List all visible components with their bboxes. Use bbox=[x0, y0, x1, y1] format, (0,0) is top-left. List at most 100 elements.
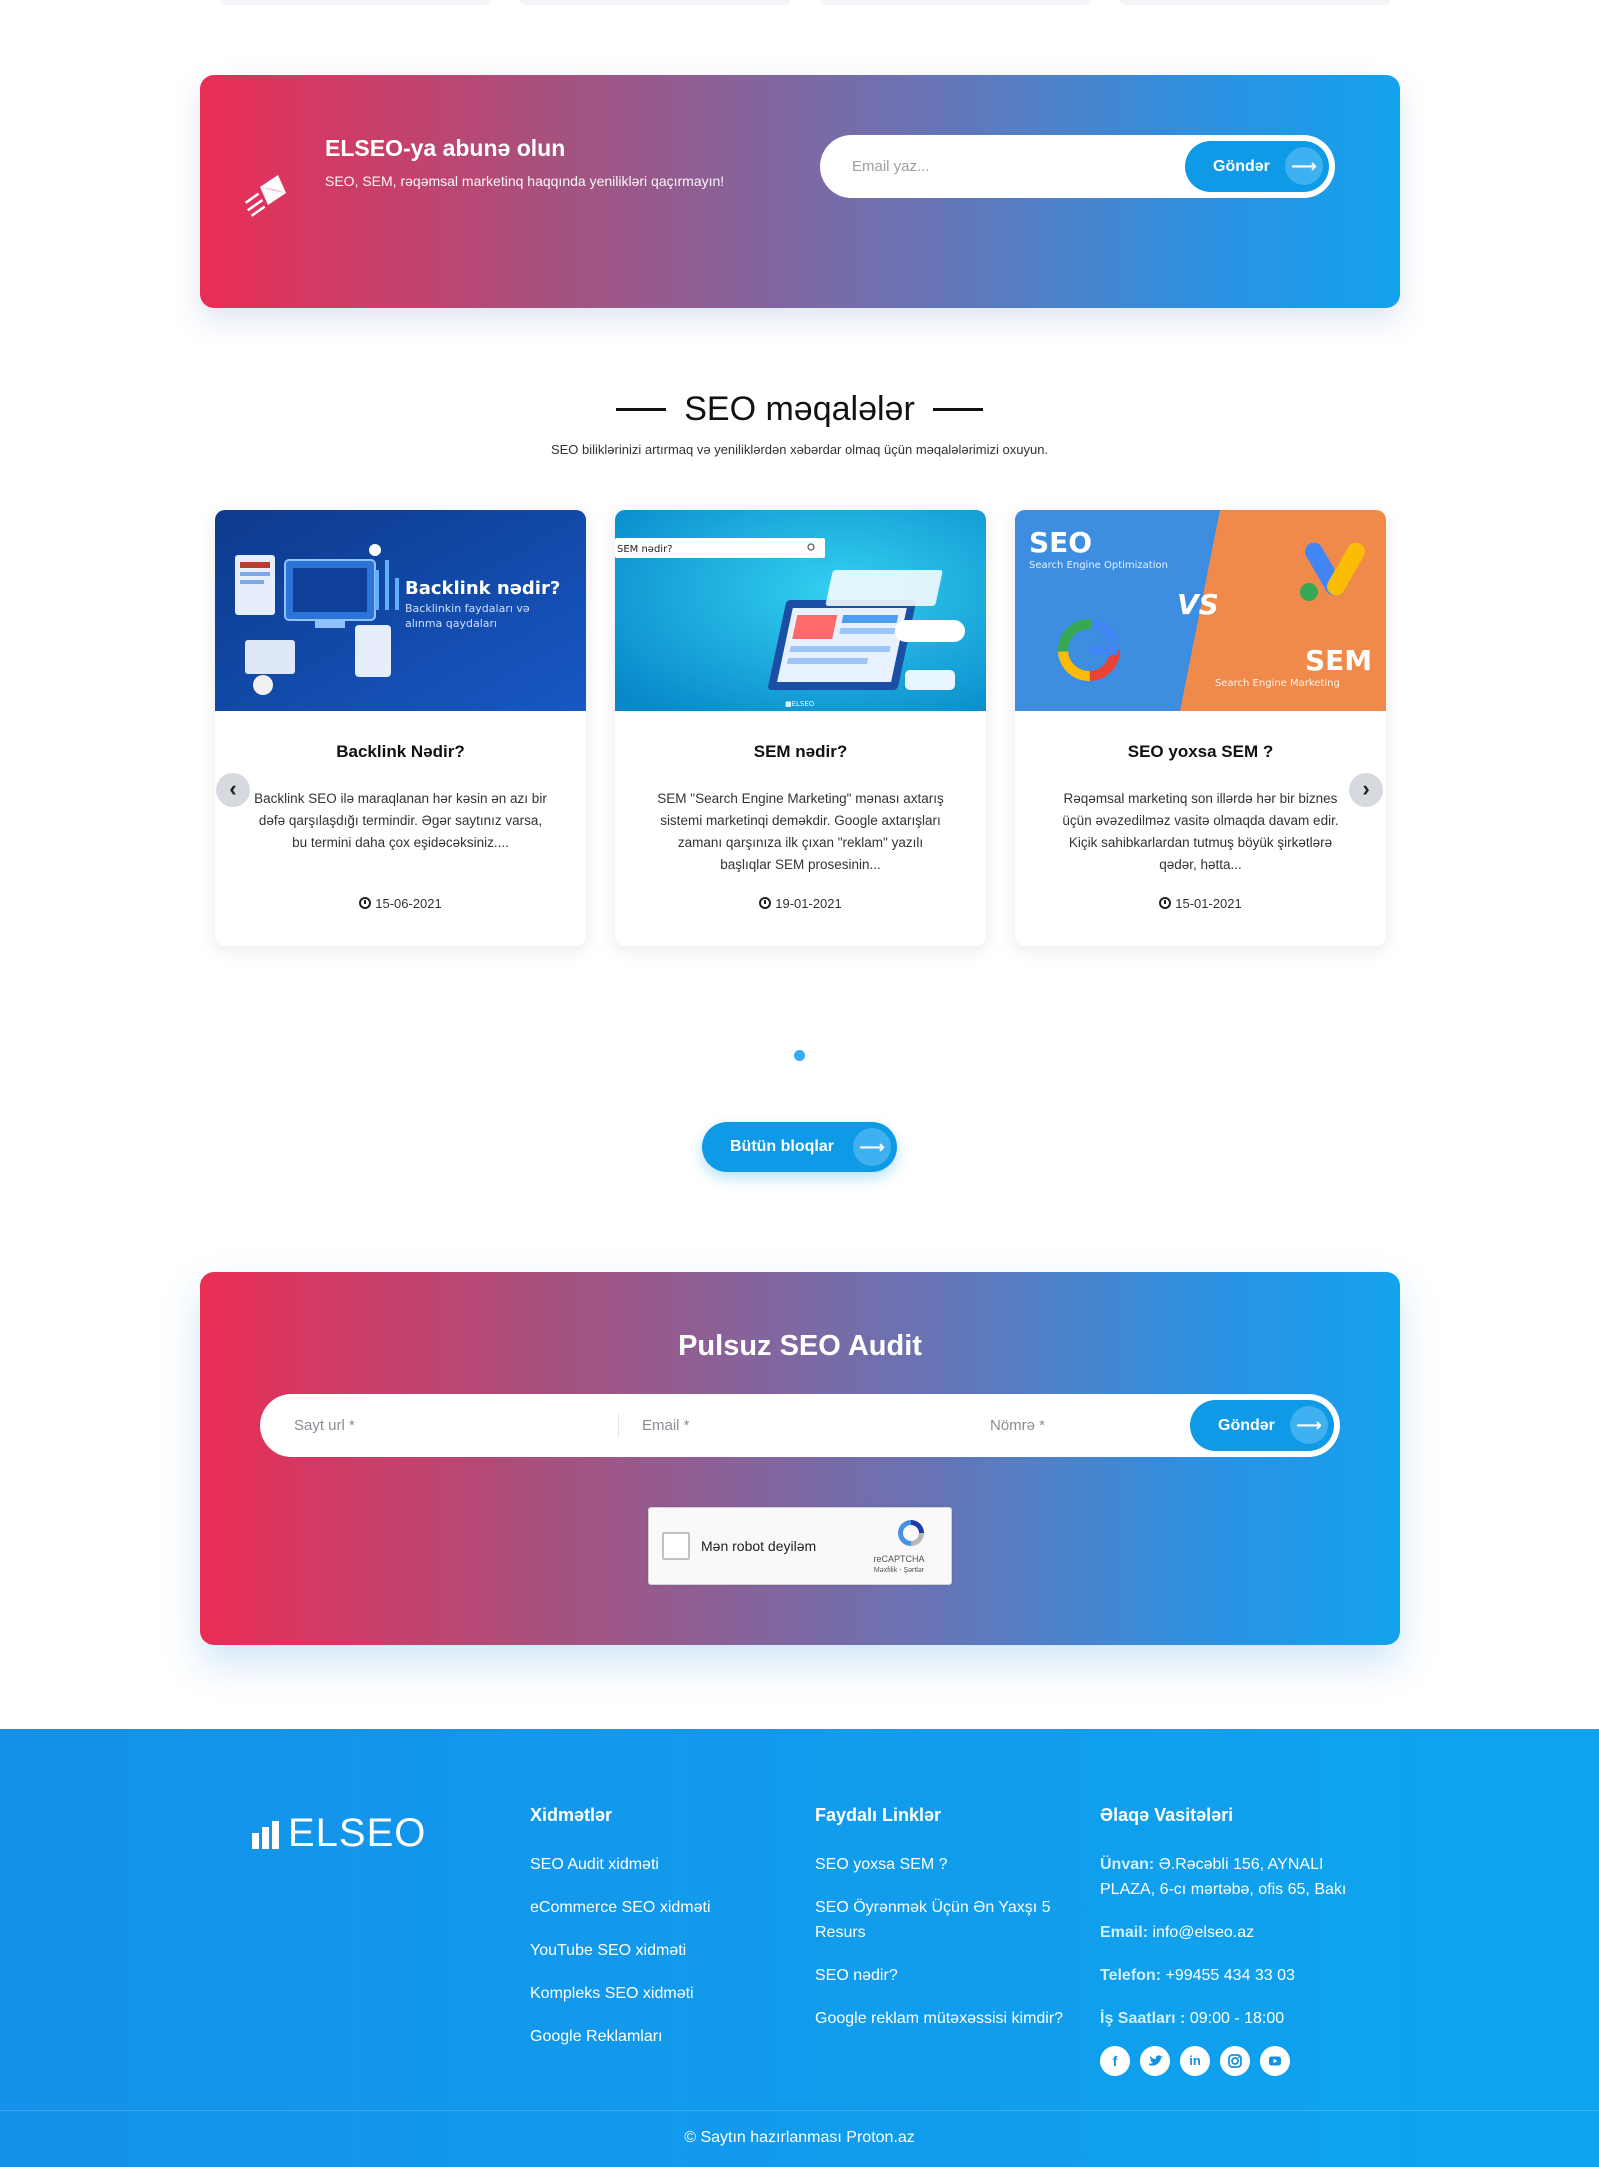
article-title[interactable]: Backlink Nədir? bbox=[215, 742, 586, 762]
seo-audit-section: Pulsuz SEO Audit Göndər ⟶ Mən robot deyi… bbox=[200, 1272, 1400, 1645]
footer-divider bbox=[0, 2110, 1599, 2111]
footer-services: Xidmətlər SEO Audit xidməti eCommerce SE… bbox=[530, 1805, 770, 2067]
all-blogs-label: Bütün bloqlar bbox=[730, 1138, 834, 1155]
articles-title: SEO məqalələr bbox=[684, 390, 915, 428]
contact-hours: İş Saatları : 09:00 - 18:00 bbox=[1100, 2006, 1370, 2031]
arrow-right-icon: ⟶ bbox=[1285, 147, 1323, 185]
heading-line-left bbox=[616, 407, 667, 411]
article-excerpt: Backlink SEO ilə maraqlanan hər kəsin ən… bbox=[254, 791, 547, 850]
recaptcha-checkbox[interactable] bbox=[662, 1532, 690, 1560]
footer-useful-links: Faydalı Linklər SEO yoxsa SEM ? SEO Öyrə… bbox=[815, 1805, 1065, 2049]
youtube-icon[interactable] bbox=[1260, 2046, 1290, 2076]
heading-line-right bbox=[932, 407, 983, 411]
useful-link[interactable]: SEO nədir? bbox=[815, 1963, 1065, 1988]
subscribe-send-button[interactable]: Göndər ⟶ bbox=[1185, 141, 1329, 192]
recaptcha-icon bbox=[898, 1520, 924, 1546]
footer-contact: Əlaqə Vasitələri Ünvan: Ə.Rəcəbli 156, A… bbox=[1100, 1805, 1370, 2049]
image-vs-label: VS bbox=[1177, 588, 1219, 621]
article-date-text: 15-06-2021 bbox=[375, 896, 442, 911]
subscribe-email-input[interactable] bbox=[850, 135, 1170, 198]
linkedin-icon[interactable]: in bbox=[1180, 2046, 1210, 2076]
article-card[interactable]: SEO Search Engine Optimization VS SEM Se… bbox=[1015, 510, 1386, 946]
useful-link[interactable]: SEO yoxsa SEM ? bbox=[815, 1852, 1065, 1877]
hours-label: İş Saatları : bbox=[1100, 2010, 1186, 2027]
carousel-next-button[interactable]: › bbox=[1349, 773, 1383, 807]
phone-value[interactable]: +99455 434 33 03 bbox=[1165, 1967, 1294, 1984]
instagram-icon[interactable] bbox=[1220, 2046, 1250, 2076]
logo-bars-icon bbox=[252, 1821, 279, 1849]
article-excerpt: SEM "Search Engine Marketing" mənası axt… bbox=[657, 791, 944, 872]
backlink-image-sub1: Backlinkin faydaları və bbox=[405, 602, 530, 615]
article-date-text: 15-01-2021 bbox=[1175, 896, 1242, 911]
phone-input[interactable] bbox=[988, 1394, 1168, 1457]
audit-send-label: Göndər bbox=[1218, 1417, 1275, 1434]
audit-send-button[interactable]: Göndər ⟶ bbox=[1190, 1400, 1334, 1451]
image-seo-sub: Search Engine Optimization bbox=[1029, 560, 1168, 571]
twitter-icon[interactable] bbox=[1140, 2046, 1170, 2076]
articles-subtitle: SEO biliklərinizi artırmaq və yeniliklər… bbox=[550, 442, 1049, 457]
contact-email[interactable]: Email: info@elseo.az bbox=[1100, 1920, 1370, 1945]
article-date: 15-01-2021 bbox=[1015, 896, 1386, 911]
email-value[interactable]: info@elseo.az bbox=[1152, 1924, 1254, 1941]
image-seo-label: SEO bbox=[1029, 526, 1092, 559]
subscribe-send-label: Göndər bbox=[1213, 158, 1270, 175]
arrow-right-icon: ⟶ bbox=[1290, 1406, 1328, 1444]
carousel-dot[interactable] bbox=[794, 1050, 805, 1061]
articles-carousel: Backlink nədir? Backlinkin faydaları və … bbox=[200, 500, 1400, 960]
article-image-sem[interactable]: SEM nədir? ■ELSEO bbox=[615, 510, 986, 711]
contact-phone[interactable]: Telefon: +99455 434 33 03 bbox=[1100, 1963, 1370, 1988]
copyright: © Saytın hazırlanması Proton.az bbox=[684, 2129, 915, 2146]
phone-label: Telefon: bbox=[1100, 1967, 1162, 1984]
clock-icon bbox=[359, 897, 372, 909]
article-card[interactable]: Backlink nədir? Backlinkin faydaları və … bbox=[215, 510, 586, 946]
all-blogs-button[interactable]: Bütün bloqlar ⟶ bbox=[702, 1122, 897, 1172]
audit-form: Göndər ⟶ bbox=[260, 1394, 1340, 1457]
facebook-icon[interactable]: f bbox=[1100, 2046, 1130, 2076]
email-label: Email: bbox=[1100, 1924, 1149, 1941]
article-card[interactable]: SEM nədir? ■ELSEO SEM nədir? SEM "Search… bbox=[615, 510, 986, 946]
services-link[interactable]: eCommerce SEO xidməti bbox=[530, 1895, 770, 1920]
services-link[interactable]: Kompleks SEO xidməti bbox=[530, 1981, 770, 2006]
audit-email-input[interactable] bbox=[640, 1394, 940, 1457]
article-title[interactable]: SEM nədir? bbox=[615, 742, 986, 762]
image-sem-sub: Search Engine Marketing bbox=[1215, 678, 1340, 689]
article-date-text: 19-01-2021 bbox=[775, 896, 842, 911]
backlink-image-sub2: alınma qaydaları bbox=[405, 617, 497, 630]
useful-link[interactable]: SEO Öyrənmək Üçün Ən Yaxşı 5 Resurs bbox=[815, 1895, 1065, 1945]
image-sem-label: SEM bbox=[1305, 644, 1372, 677]
contact-address: Ünvan: Ə.Rəcəbli 156, AYNALI PLAZA, 6-cı… bbox=[1100, 1852, 1370, 1902]
clock-icon bbox=[1159, 897, 1172, 909]
envelope-send-icon bbox=[244, 175, 286, 217]
sem-image-search-text: SEM nədir? bbox=[617, 544, 673, 555]
subscribe-title: ELSEO-ya abunə olun bbox=[325, 135, 566, 161]
services-link[interactable]: Google Reklamları bbox=[530, 2024, 770, 2049]
address-label: Ünvan: bbox=[1100, 1856, 1155, 1873]
recaptcha-brand: reCAPTCHA bbox=[873, 1554, 925, 1564]
article-date: 19-01-2021 bbox=[615, 896, 986, 911]
field-divider bbox=[618, 1414, 619, 1438]
useful-link[interactable]: Google reklam mütəxəssisi kimdir? bbox=[815, 2006, 1065, 2031]
subscribe-form: Göndər ⟶ bbox=[820, 135, 1335, 198]
services-title: Xidmətlər bbox=[530, 1805, 613, 1825]
articles-heading: SEO məqalələr bbox=[0, 390, 1599, 429]
article-excerpt: Rəqəmsal marketinq son illərdə hər bir b… bbox=[1062, 791, 1339, 872]
services-link[interactable]: YouTube SEO xidməti bbox=[530, 1938, 770, 1963]
recaptcha-links[interactable]: Məxfilik - Şərtlər bbox=[849, 1567, 949, 1574]
subscribe-subtitle: SEO, SEM, rəqəmsal marketinq haqqında ye… bbox=[325, 173, 725, 189]
clock-icon bbox=[759, 897, 772, 909]
services-link[interactable]: SEO Audit xidməti bbox=[530, 1852, 770, 1877]
article-image-seo-vs-sem[interactable]: SEO Search Engine Optimization VS SEM Se… bbox=[1015, 510, 1386, 711]
recaptcha-label: Mən robot deyiləm bbox=[701, 1538, 817, 1554]
carousel-prev-button[interactable]: ‹ bbox=[216, 773, 250, 807]
article-title[interactable]: SEO yoxsa SEM ? bbox=[1015, 742, 1386, 762]
previous-section-remnant bbox=[0, 0, 1599, 10]
logo-text: ELSEO bbox=[288, 1811, 427, 1855]
article-date: 15-06-2021 bbox=[215, 896, 586, 911]
article-image-backlink[interactable]: Backlink nədir? Backlinkin faydaları və … bbox=[215, 510, 586, 711]
audit-title: Pulsuz SEO Audit bbox=[678, 1330, 922, 1362]
site-url-input[interactable] bbox=[292, 1394, 592, 1457]
sem-image-brand: ■ELSEO bbox=[785, 700, 815, 708]
subscribe-banner: ELSEO-ya abunə olun SEO, SEM, rəqəmsal m… bbox=[200, 75, 1400, 308]
recaptcha-widget: Mən robot deyiləm reCAPTCHA Məxfilik - Ş… bbox=[648, 1507, 952, 1585]
hours-value: 09:00 - 18:00 bbox=[1189, 2010, 1285, 2027]
